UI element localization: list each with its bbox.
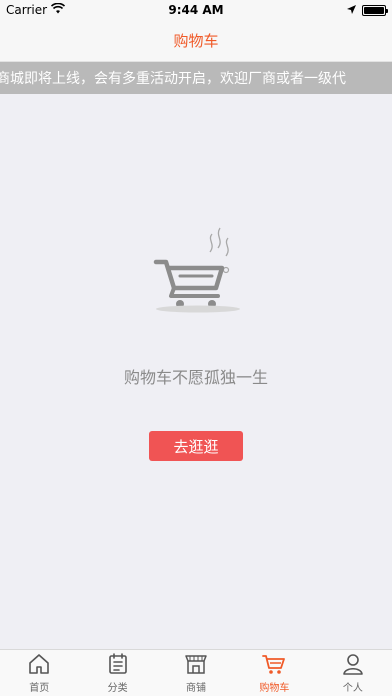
tab-cart[interactable]: 购物车 [235, 650, 313, 696]
go-shopping-button[interactable]: 去逛逛 [149, 431, 243, 461]
tab-bar: 首页 分类 商铺 购物车 个人 [0, 649, 392, 696]
battery-fill [364, 6, 384, 14]
status-bar: Carrier 9:44 AM [0, 0, 392, 20]
location-arrow-icon [347, 3, 356, 17]
tab-store[interactable]: 商铺 [157, 650, 235, 696]
store-icon [185, 655, 207, 674]
home-icon [29, 654, 50, 674]
announcement-banner: 商城即将上线，会有多重活动开启，欢迎厂商或者一级代 [0, 62, 392, 94]
battery-icon [362, 4, 388, 16]
tab-home-label: 首页 [29, 683, 50, 694]
empty-cart-area: 购物车不愿孤独一生 去逛逛 [0, 94, 392, 649]
cart-icon [262, 655, 286, 674]
empty-cart-illustration-icon [150, 224, 245, 319]
wifi-icon [50, 2, 66, 17]
status-right [347, 3, 388, 17]
nav-bar: 购物车 [0, 20, 392, 62]
tab-store-label: 商铺 [186, 683, 207, 694]
person-icon [343, 654, 363, 675]
status-left: Carrier [6, 2, 66, 17]
tab-profile-label: 个人 [342, 683, 363, 694]
page-title: 购物车 [173, 32, 219, 50]
announcement-text: 商城即将上线，会有多重活动开启，欢迎厂商或者一级代 [0, 71, 346, 87]
tab-category-label: 分类 [107, 683, 128, 694]
tab-cart-label: 购物车 [259, 683, 290, 694]
tab-category[interactable]: 分类 [78, 650, 156, 696]
tab-profile[interactable]: 个人 [314, 650, 392, 696]
carrier-label: Carrier [6, 3, 48, 17]
category-icon [108, 653, 127, 674]
tab-home[interactable]: 首页 [0, 650, 78, 696]
empty-cart-message: 购物车不愿孤独一生 [123, 368, 268, 387]
